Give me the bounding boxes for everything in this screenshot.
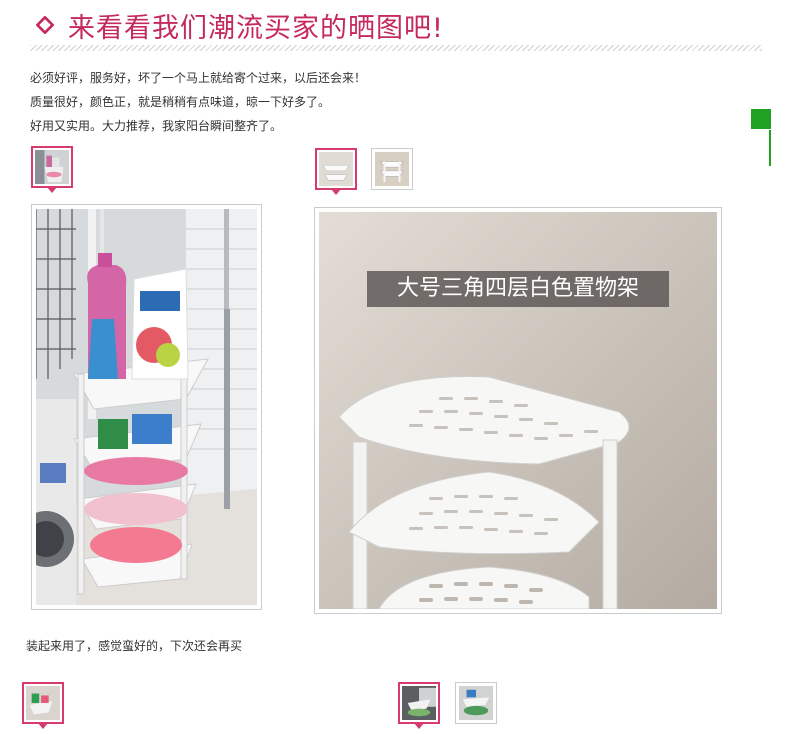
buyer-photo-image xyxy=(36,209,257,605)
header-divider xyxy=(30,45,762,51)
review-text: 装起来用了，感觉蛮好的，下次还会再买 xyxy=(26,639,243,653)
review-line: 好用又实用。大力推荐，我家阳台瞬间整齐了。 xyxy=(30,119,283,133)
photo-thumbnail-image xyxy=(459,686,493,720)
side-marker[interactable] xyxy=(751,109,771,129)
review-line: 质量很好，颜色正，就是稍稍有点味道，晾一下好多了。 xyxy=(30,95,331,109)
photo-thumbnail-image xyxy=(319,152,353,186)
product-photo-thumb[interactable] xyxy=(371,148,413,190)
section-header: 来看看我们潮流买家的晒图吧! xyxy=(30,6,444,44)
review-text: 必须好评，服务好，坏了一个马上就给寄个过来，以后还会来！ 质量很好，颜色正，就是… xyxy=(30,66,750,138)
photo-thumbnail-image xyxy=(26,686,60,720)
photo-thumbnail-image xyxy=(375,152,409,186)
diamond-icon xyxy=(36,16,54,34)
side-marker-line xyxy=(769,130,771,166)
photo-thumbnail-image xyxy=(402,686,436,720)
review-photo-thumb[interactable] xyxy=(455,682,497,724)
review-photo-thumb[interactable] xyxy=(22,682,64,729)
section-title: 来看看我们潮流买家的晒图吧! xyxy=(68,12,444,44)
product-photo[interactable] xyxy=(314,207,722,614)
product-caption: 大号三角四层白色置物架 xyxy=(367,271,669,307)
buyer-photo[interactable] xyxy=(31,204,262,610)
product-photo-thumb[interactable] xyxy=(315,148,357,195)
review-photo-thumb[interactable] xyxy=(31,146,73,193)
review-photo-thumb[interactable] xyxy=(398,682,440,729)
photo-thumbnail-image xyxy=(35,150,69,184)
review-line: 必须好评，服务好，坏了一个马上就给寄个过来，以后还会来！ xyxy=(30,71,367,85)
